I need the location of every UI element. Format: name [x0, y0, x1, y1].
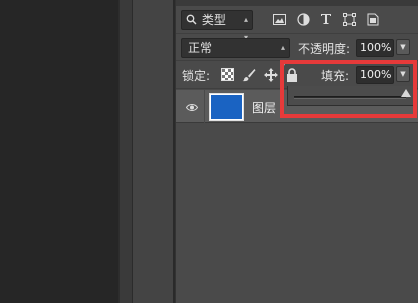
layers-list-empty-area	[176, 123, 418, 303]
adjustment-filter-icon[interactable]	[296, 12, 310, 26]
blend-mode-dropdown[interactable]: 正常 ▴ ▾	[181, 38, 290, 70]
layer-filter-row: 类型 ▴▾	[176, 6, 418, 42]
layer-thumbnail[interactable]	[209, 93, 244, 121]
visibility-divider	[204, 90, 205, 123]
fill-dropdown-button[interactable]: ▼	[396, 66, 410, 82]
shape-filter-icon[interactable]	[342, 12, 356, 26]
image-filter-icon[interactable]	[272, 12, 286, 26]
smart-object-filter-icon[interactable]	[366, 12, 380, 26]
lock-image-pixels-icon[interactable]	[242, 68, 256, 82]
filter-kind-dropdown[interactable]: 类型 ▴▾	[181, 10, 253, 42]
lock-position-icon[interactable]	[264, 68, 278, 82]
lock-all-icon[interactable]	[286, 68, 300, 82]
lock-transparent-pixels-icon[interactable]	[221, 68, 235, 82]
eye-icon[interactable]	[185, 101, 199, 115]
blend-mode-row: 正常 ▴ ▾ 不透明度: 100% ▼	[176, 35, 418, 70]
panel-dock-strip	[133, 0, 173, 303]
fill-input[interactable]: 100%	[356, 66, 394, 84]
panel-gutter	[120, 0, 132, 303]
text-filter-icon[interactable]	[319, 12, 333, 26]
filter-kind-label: 类型	[201, 13, 226, 27]
opacity-dropdown-button[interactable]: ▼	[396, 39, 410, 55]
layer-thumbnail-fill	[211, 95, 242, 119]
fill-slider-popup	[287, 86, 415, 106]
canvas-area	[0, 0, 118, 303]
opacity-input[interactable]: 100%	[356, 39, 394, 57]
layers-panel: 类型 ▴▾ 正常 ▴▾ 不透明度: 100% ▼ 锁定:	[175, 0, 418, 303]
opacity-label: 不透明度:	[298, 42, 351, 56]
blend-mode-value: 正常	[188, 41, 213, 55]
lock-row: 锁定: 填充: 100% ▼	[176, 62, 418, 89]
lock-label: 锁定:	[182, 69, 211, 83]
search-icon	[186, 12, 198, 30]
layer-name[interactable]: 图层	[252, 99, 276, 116]
fill-slider-thumb[interactable]	[401, 89, 411, 97]
fill-slider-track[interactable]	[294, 96, 406, 99]
fill-label: 填充:	[321, 69, 350, 83]
